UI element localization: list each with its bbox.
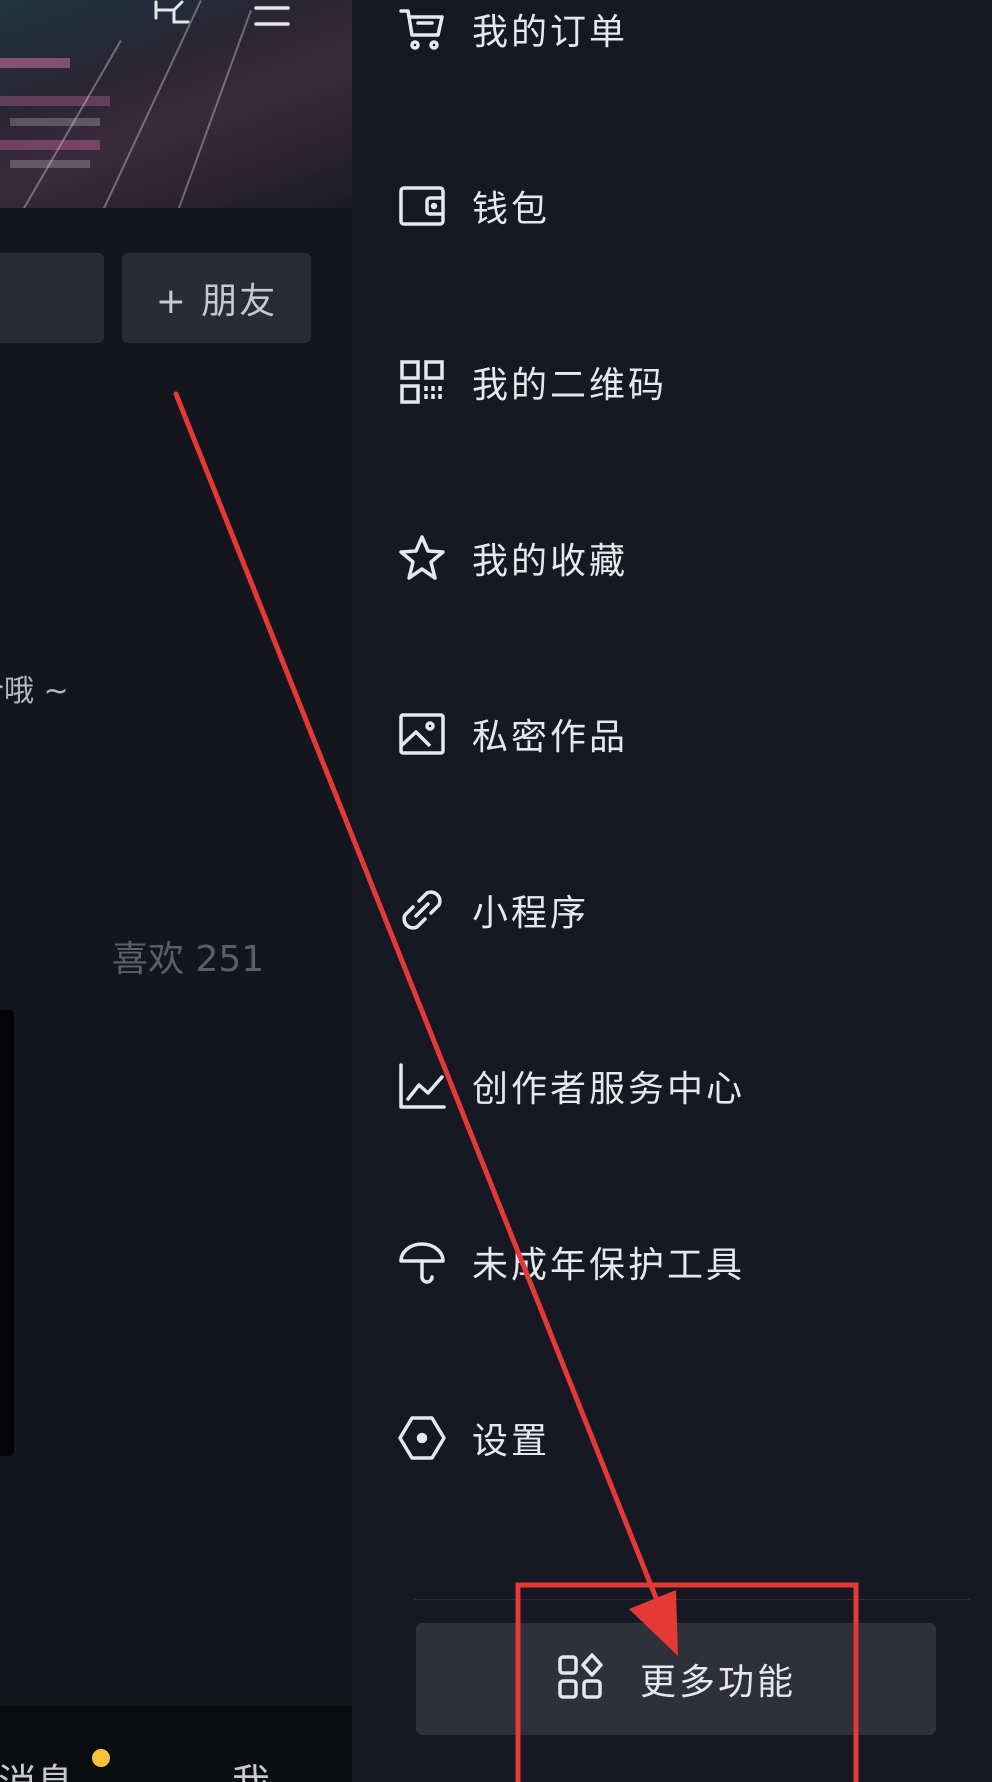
menu-item-wallet[interactable]: 钱包 (394, 156, 954, 256)
menu-label-favorites: 我的收藏 (472, 541, 629, 582)
menu-label-settings: 设置 (472, 1421, 551, 1462)
menu-label-orders: 我的订单 (472, 12, 629, 53)
share-icon[interactable] (152, 0, 192, 34)
drawer-divider (414, 1599, 970, 1600)
private-image-icon (394, 706, 450, 762)
link-icon (394, 882, 450, 938)
profile-page: + 朋友 介哦 ~ 喜欢 251 消息 我 (0, 0, 352, 1782)
notification-dot (92, 1749, 110, 1767)
nav-messages[interactable]: 消息 (0, 1752, 74, 1782)
menu-label-wallet: 钱包 (472, 189, 551, 230)
menu-label-mini-programs: 小程序 (472, 893, 590, 934)
edit-profile-button[interactable] (0, 253, 104, 343)
more-features-button[interactable]: 更多功能 (416, 1623, 936, 1735)
wallet-icon (394, 178, 450, 234)
hexagon-settings-icon (394, 1410, 450, 1466)
chart-icon (394, 1058, 450, 1114)
menu-item-private-works[interactable]: 私密作品 (394, 684, 954, 784)
menu-label-private-works: 私密作品 (472, 717, 629, 758)
nav-me[interactable]: 我 (232, 1752, 270, 1782)
menu-item-settings[interactable]: 设置 (394, 1388, 954, 1488)
side-drawer-menu: 我的订单 钱包 我的二维码 我的收藏 私密作品 小程序 创作者服务中心 未成年保… (352, 0, 992, 1782)
profile-bio: 介哦 ~ (0, 674, 69, 709)
add-friend-button[interactable]: + 朋友 (122, 253, 311, 343)
star-icon (394, 530, 450, 586)
menu-label-qrcode: 我的二维码 (472, 365, 668, 406)
video-thumbnail[interactable] (0, 1010, 14, 1456)
menu-item-minor-protection[interactable]: 未成年保护工具 (394, 1212, 954, 1312)
add-friend-label: + 朋友 (155, 281, 278, 322)
menu-item-creator-center[interactable]: 创作者服务中心 (394, 1036, 954, 1136)
qrcode-icon (394, 354, 450, 410)
menu-label-minor-protection: 未成年保护工具 (472, 1245, 746, 1286)
tab-likes[interactable]: 喜欢 251 (112, 930, 264, 982)
menu-icon[interactable] (254, 4, 290, 32)
cart-icon (394, 1, 450, 57)
menu-item-favorites[interactable]: 我的收藏 (394, 508, 954, 608)
more-features-label: 更多功能 (639, 1662, 796, 1703)
menu-item-mini-programs[interactable]: 小程序 (394, 860, 954, 960)
umbrella-icon (394, 1234, 450, 1290)
menu-item-qrcode[interactable]: 我的二维码 (394, 332, 954, 432)
apps-grid-icon (556, 1653, 604, 1705)
menu-item-orders[interactable]: 我的订单 (394, 0, 954, 79)
menu-label-creator-center: 创作者服务中心 (472, 1069, 746, 1110)
